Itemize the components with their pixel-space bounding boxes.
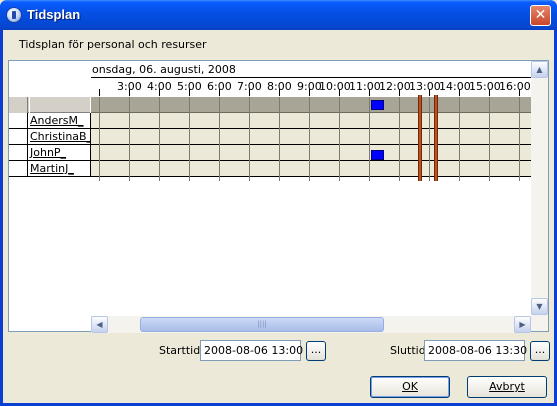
resource-name[interactable]: MartinJ_ [28, 161, 91, 177]
hour-label: 6:00 [207, 80, 232, 93]
window-title: Tidsplan [27, 7, 81, 22]
start-time-picker-button[interactable]: ... [306, 341, 326, 361]
hour-label: 3:00 [117, 80, 142, 93]
end-time-label: Sluttid [390, 344, 426, 357]
hour-label: 15:00 [469, 80, 501, 93]
hours-header: 3:00 4:00 5:00 6:00 7:00 8:00 9:00 10:00 11:00 12… [91, 78, 531, 96]
scroll-right-icon[interactable]: ▶ [514, 316, 531, 333]
hour-tick [99, 89, 100, 96]
cancel-button[interactable]: Avbryt [467, 376, 547, 398]
row-timeline[interactable] [91, 161, 531, 177]
hour-label: 5:00 [177, 80, 202, 93]
resource-link[interactable]: MartinJ_ [30, 162, 74, 175]
title-bar[interactable]: Tidsplan ✕ [0, 0, 557, 30]
resource-name[interactable]: JohnP_ [28, 145, 91, 161]
vertical-scrollbar[interactable]: ▲ ▼ [531, 61, 548, 331]
horizontal-scroll-thumb[interactable]: |||| [140, 317, 384, 332]
app-icon [6, 7, 22, 23]
end-time-marker[interactable] [434, 95, 438, 181]
hour-label: 4:00 [147, 80, 172, 93]
hour-label: 12:00 [379, 80, 411, 93]
horizontal-scrollbar[interactable]: ◀ |||| ▶ [91, 316, 531, 333]
schedule-row: MartinJ_ [9, 161, 531, 177]
scroll-down-icon[interactable]: ▼ [531, 298, 548, 315]
close-button[interactable]: ✕ [530, 5, 551, 26]
start-time-label: Starttid [159, 344, 201, 357]
name-column-header [29, 97, 90, 113]
ok-button[interactable]: OK [370, 376, 450, 398]
end-time-field[interactable]: 2008-08-06 13:30 [424, 340, 527, 361]
hour-label: 13:00 [409, 80, 441, 93]
date-header: onsdag, 06. augusti, 2008 [91, 61, 531, 78]
hour-label: 8:00 [267, 80, 292, 93]
row-selector[interactable] [9, 161, 28, 177]
resource-link[interactable]: JohnP_ [30, 146, 66, 159]
scroll-left-icon[interactable]: ◀ [91, 316, 108, 333]
row-timeline[interactable] [91, 145, 531, 161]
ok-button-label: OK [402, 380, 418, 393]
cancel-button-label: Avbryt [489, 380, 525, 393]
hour-label: 14:00 [439, 80, 471, 93]
schedule-row: JohnP_ [9, 145, 531, 161]
resource-name[interactable]: ChristinaB_ [28, 129, 92, 145]
schedule-row: AndersM_ [9, 113, 531, 129]
hour-label: 7:00 [237, 80, 262, 93]
grid-corner [9, 61, 90, 97]
end-time-picker-button[interactable]: ... [530, 341, 550, 361]
resource-name[interactable]: AndersM_ [28, 113, 91, 129]
summary-band [91, 97, 531, 113]
row-selector[interactable] [9, 113, 28, 129]
row-header-strip [9, 97, 90, 113]
schedule-grid: onsdag, 06. augusti, 2008 3:00 4:00 5:00 6:… [8, 60, 549, 333]
start-time-marker[interactable] [418, 95, 422, 181]
row-selector[interactable] [9, 145, 28, 161]
hour-label: 9:00 [297, 80, 322, 93]
select-all-cell[interactable] [9, 97, 28, 113]
scroll-up-icon[interactable]: ▲ [531, 61, 548, 78]
resource-link[interactable]: ChristinaB_ [30, 130, 92, 143]
hour-label: 11:00 [349, 80, 381, 93]
busy-block[interactable] [371, 150, 384, 160]
row-selector[interactable] [9, 129, 28, 145]
row-timeline[interactable] [91, 113, 531, 129]
resource-link[interactable]: AndersM_ [30, 114, 84, 127]
hour-label: 16:00 [499, 80, 531, 93]
schedule-row: ChristinaB_ [9, 129, 531, 145]
start-time-field[interactable]: 2008-08-06 13:00 [200, 340, 303, 361]
hour-label: 10:00 [319, 80, 351, 93]
page-heading: Tidsplan för personal och resurser [19, 38, 207, 51]
row-timeline[interactable] [91, 129, 531, 145]
busy-block[interactable] [371, 100, 384, 110]
